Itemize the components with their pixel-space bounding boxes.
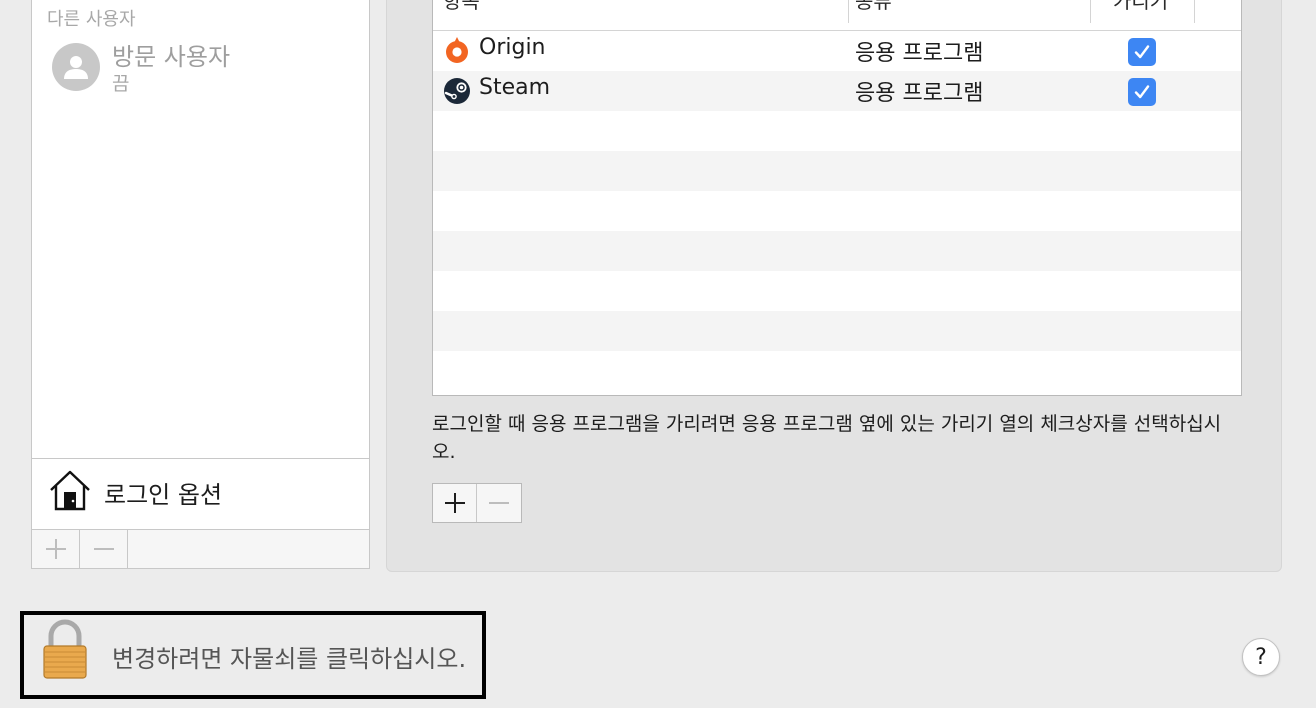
guest-user-item[interactable]: 방문 사용자 끔: [52, 41, 352, 95]
add-user-button[interactable]: [32, 530, 80, 568]
column-separator: [1194, 0, 1195, 23]
remove-user-button[interactable]: [80, 530, 128, 568]
empty-row: [433, 191, 1241, 231]
empty-row: [433, 271, 1241, 311]
help-button[interactable]: ?: [1242, 638, 1280, 676]
empty-row: [433, 111, 1241, 151]
lock-area[interactable]: 변경하려면 자물쇠를 클릭하십시오.: [20, 611, 486, 699]
table-body: Origin 응용 프로그램 Steam 응용 프로그램: [433, 31, 1241, 391]
checkmark-icon: [1134, 85, 1150, 99]
item-kind: 응용 프로그램: [855, 81, 984, 106]
plus-icon: [45, 539, 66, 559]
table-header: 항목 종류 가리기: [433, 0, 1241, 31]
origin-icon: [446, 37, 468, 63]
hide-checkbox[interactable]: [1128, 78, 1156, 106]
add-login-item-button[interactable]: [433, 484, 477, 522]
lock-message: 변경하려면 자물쇠를 클릭하십시오.: [112, 645, 467, 673]
hide-checkbox[interactable]: [1128, 38, 1156, 66]
lock-icon: [43, 619, 87, 679]
login-items-button-bar: [432, 483, 522, 523]
column-header-hide[interactable]: 가리기: [1113, 0, 1168, 14]
login-options-label: 로그인 옵션: [104, 481, 223, 509]
empty-row: [433, 311, 1241, 351]
users-button-bar: [31, 529, 370, 569]
minus-icon: [93, 548, 114, 550]
empty-row: [433, 151, 1241, 191]
hide-hint-text: 로그인할 때 응용 프로그램을 가리려면 응용 프로그램 옆에 있는 가리기 열…: [432, 413, 1222, 463]
users-list-panel: 다른 사용자 방문 사용자 끔: [31, 0, 370, 460]
table-row[interactable]: Origin 응용 프로그램: [433, 31, 1241, 71]
steam-icon: [444, 78, 470, 104]
login-items-table: 항목 종류 가리기 Origin 응용 프로그램 Steam 응용 프로그램: [432, 0, 1242, 396]
table-row[interactable]: Steam 응용 프로그램: [433, 71, 1241, 111]
plus-icon: [444, 493, 465, 513]
other-users-section-label: 다른 사용자: [47, 9, 136, 30]
guest-user-name: 방문 사용자: [112, 43, 231, 71]
column-separator: [1090, 0, 1091, 23]
avatar: [52, 43, 100, 91]
empty-row: [433, 351, 1241, 391]
checkmark-icon: [1134, 45, 1150, 59]
login-options-item[interactable]: 로그인 옵션: [31, 458, 370, 530]
person-icon: [64, 56, 88, 79]
column-header-kind[interactable]: 종류: [855, 0, 892, 14]
house-icon: [50, 470, 90, 511]
column-header-item[interactable]: 항목: [443, 0, 480, 14]
empty-row: [433, 231, 1241, 271]
remove-login-item-button[interactable]: [477, 484, 521, 522]
item-name: Steam: [479, 75, 551, 100]
item-kind: 응용 프로그램: [855, 41, 984, 66]
minus-icon: [489, 502, 509, 504]
guest-user-status: 끔: [112, 73, 130, 95]
column-separator: [848, 0, 849, 23]
item-name: Origin: [479, 35, 546, 60]
